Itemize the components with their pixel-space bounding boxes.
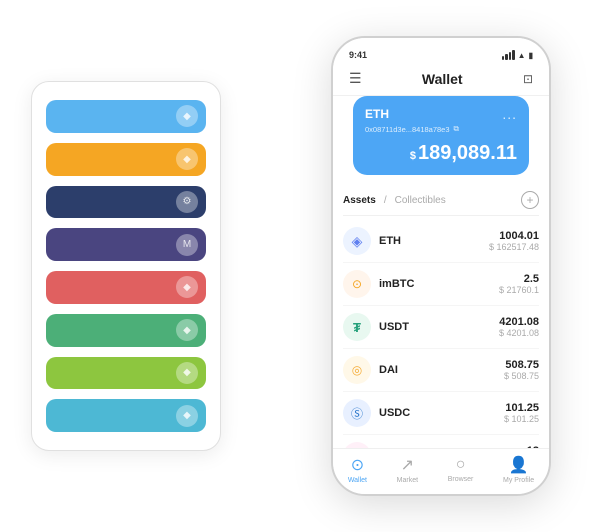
usdt-crypto: 4201.08: [499, 316, 539, 328]
wallet-icon: ⊙: [351, 455, 364, 475]
eth-icon: ◈: [343, 227, 371, 255]
market-icon: ↗: [401, 455, 414, 475]
nav-browser[interactable]: ○ Browser: [448, 456, 474, 483]
nav-market[interactable]: ↗ Market: [397, 455, 418, 484]
eth-usd: $ 162517.48: [489, 242, 539, 252]
signal-bar-3: [509, 52, 512, 60]
color-row-1[interactable]: ◆: [46, 100, 206, 133]
phone-content: Assets / Collectibles + ◈ ETH 1004.01 $ …: [333, 185, 549, 448]
asset-row-tft[interactable]: 🌿 TFT 13 0: [343, 435, 539, 448]
tab-assets[interactable]: Assets: [343, 195, 376, 206]
phone-notch-area: 9:41 ▲ ▮ ☰ Wallet ⊡: [333, 38, 549, 96]
scene: ◆ ◆ ⚙ M ◆ ◆ ◆ ◆ 9:41: [21, 16, 581, 516]
row-icon-4: M: [176, 234, 198, 256]
row-icon-3: ⚙: [176, 191, 198, 213]
dai-crypto: 508.75: [504, 359, 539, 371]
color-row-3[interactable]: ⚙: [46, 186, 206, 219]
dai-icon: ◎: [343, 356, 371, 384]
wifi-icon: ▲: [518, 51, 526, 60]
eth-card-amount: $189,089.11: [365, 142, 517, 165]
battery-icon: ▮: [529, 51, 533, 60]
eth-name: ETH: [379, 235, 489, 247]
usdt-name: USDT: [379, 321, 499, 333]
nav-profile[interactable]: 👤 My Profile: [503, 455, 534, 484]
profile-label: My Profile: [503, 477, 534, 484]
tab-divider: /: [384, 195, 387, 206]
signal-bar-2: [505, 54, 508, 60]
color-row-2[interactable]: ◆: [46, 143, 206, 176]
imbtc-crypto: 2.5: [499, 273, 539, 285]
usdc-usd: $ 101.25: [504, 414, 539, 424]
row-icon-1: ◆: [176, 105, 198, 127]
usdc-crypto: 101.25: [504, 402, 539, 414]
eth-crypto: 1004.01: [489, 230, 539, 242]
asset-list: ◈ ETH 1004.01 $ 162517.48 ⊙ imBTC 2.5 $ …: [343, 220, 539, 448]
color-row-8[interactable]: ◆: [46, 399, 206, 432]
asset-row-usdc[interactable]: Ⓢ USDC 101.25 $ 101.25: [343, 392, 539, 435]
asset-row-imbtc[interactable]: ⊙ imBTC 2.5 $ 21760.1: [343, 263, 539, 306]
signal-bar-4: [512, 50, 515, 60]
expand-icon[interactable]: ⊡: [523, 72, 533, 86]
row-icon-5: ◆: [176, 276, 198, 298]
status-time: 9:41: [349, 50, 367, 60]
status-bar: 9:41 ▲ ▮: [349, 46, 533, 64]
nav-wallet[interactable]: ⊙ Wallet: [348, 455, 367, 484]
usdc-name: USDC: [379, 407, 504, 419]
status-right: ▲ ▮: [502, 50, 533, 60]
eth-card-options[interactable]: ...: [502, 106, 517, 122]
eth-card[interactable]: ETH ... 0x08711d3e...8418a78e3 ⧉ $189,08…: [353, 96, 529, 175]
row-icon-8: ◆: [176, 405, 198, 427]
signal-bar-1: [502, 56, 505, 60]
eth-card-address: 0x08711d3e...8418a78e3 ⧉: [365, 124, 517, 134]
eth-card-wrapper: ETH ... 0x08711d3e...8418a78e3 ⧉ $189,08…: [333, 96, 549, 185]
eth-card-top: ETH ...: [365, 106, 517, 122]
add-asset-button[interactable]: +: [521, 191, 539, 209]
eth-amounts: 1004.01 $ 162517.48: [489, 230, 539, 252]
profile-icon: 👤: [509, 455, 529, 475]
usdt-usd: $ 4201.08: [499, 328, 539, 338]
assets-header: Assets / Collectibles +: [343, 185, 539, 216]
page-title: Wallet: [422, 71, 463, 87]
dai-usd: $ 508.75: [504, 371, 539, 381]
row-icon-2: ◆: [176, 148, 198, 170]
bottom-nav: ⊙ Wallet ↗ Market ○ Browser 👤 My Profile: [333, 448, 549, 494]
eth-card-label: ETH: [365, 107, 389, 121]
usdt-amounts: 4201.08 $ 4201.08: [499, 316, 539, 338]
assets-tabs: Assets / Collectibles: [343, 195, 446, 206]
color-row-5[interactable]: ◆: [46, 271, 206, 304]
row-icon-6: ◆: [176, 319, 198, 341]
nav-header: ☰ Wallet ⊡: [349, 64, 533, 95]
color-row-4[interactable]: M: [46, 228, 206, 261]
signal-bars: [502, 50, 515, 60]
usdt-icon: ₮: [343, 313, 371, 341]
browser-label: Browser: [448, 476, 474, 483]
usdc-icon: Ⓢ: [343, 399, 371, 427]
imbtc-name: imBTC: [379, 278, 499, 290]
dai-name: DAI: [379, 364, 504, 376]
asset-row-eth[interactable]: ◈ ETH 1004.01 $ 162517.48: [343, 220, 539, 263]
row-icon-7: ◆: [176, 362, 198, 384]
market-label: Market: [397, 477, 418, 484]
imbtc-icon: ⊙: [343, 270, 371, 298]
wallet-label: Wallet: [348, 477, 367, 484]
imbtc-usd: $ 21760.1: [499, 285, 539, 295]
color-row-6[interactable]: ◆: [46, 314, 206, 347]
browser-icon: ○: [456, 456, 466, 474]
color-row-7[interactable]: ◆: [46, 357, 206, 390]
phone-mockup: 9:41 ▲ ▮ ☰ Wallet ⊡: [331, 36, 551, 496]
imbtc-amounts: 2.5 $ 21760.1: [499, 273, 539, 295]
usdc-amounts: 101.25 $ 101.25: [504, 402, 539, 424]
asset-row-usdt[interactable]: ₮ USDT 4201.08 $ 4201.08: [343, 306, 539, 349]
dai-amounts: 508.75 $ 508.75: [504, 359, 539, 381]
tab-collectibles[interactable]: Collectibles: [395, 195, 446, 206]
hamburger-icon[interactable]: ☰: [349, 70, 362, 87]
bg-card: ◆ ◆ ⚙ M ◆ ◆ ◆ ◆: [31, 81, 221, 451]
asset-row-dai[interactable]: ◎ DAI 508.75 $ 508.75: [343, 349, 539, 392]
